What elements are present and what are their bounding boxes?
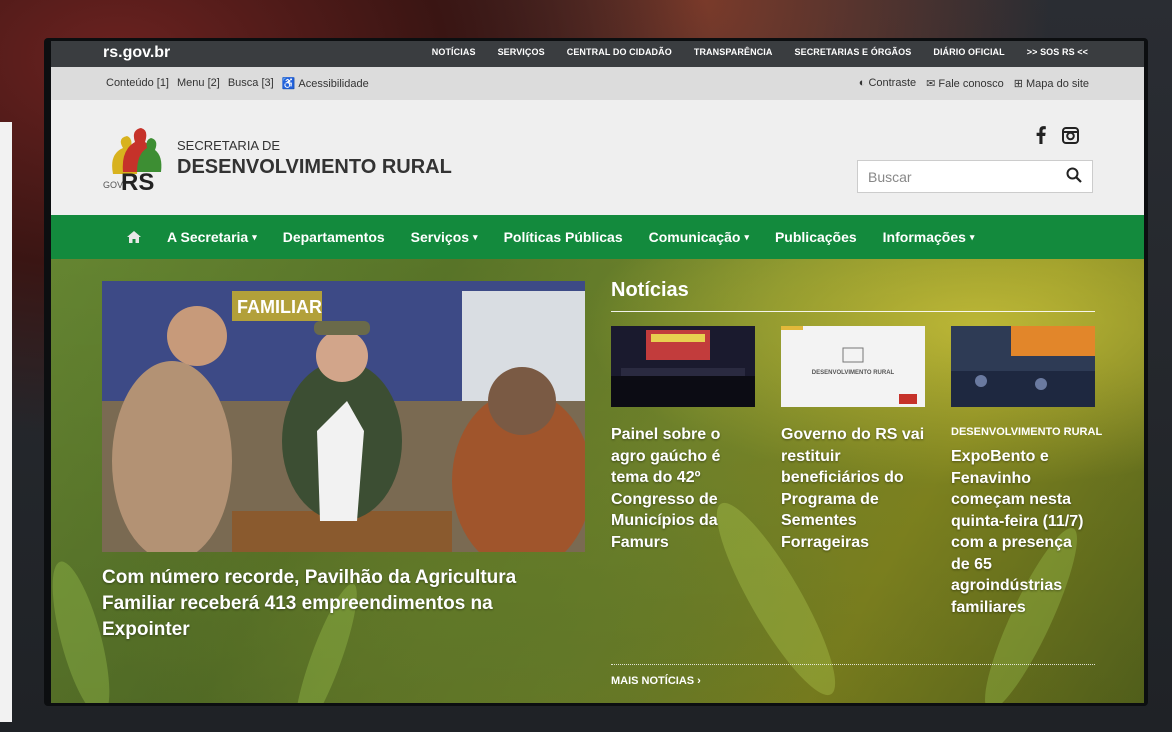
facebook-icon[interactable] bbox=[1036, 126, 1046, 144]
skip-to-search-link[interactable]: Busca [3] bbox=[228, 77, 274, 90]
more-news-divider bbox=[611, 664, 1095, 665]
sitemap-icon: ⊞ bbox=[1013, 78, 1024, 90]
search-box bbox=[857, 160, 1093, 193]
search-icon[interactable] bbox=[1066, 167, 1082, 183]
background-panel bbox=[0, 122, 12, 722]
hero-section: FAMILIAR Com número recorde, Pavilhão da… bbox=[51, 259, 1144, 703]
nav-a-secretaria-label: A Secretaria bbox=[167, 229, 249, 245]
nav-comunicacao-label: Comunicação bbox=[648, 229, 741, 245]
instagram-icon[interactable] bbox=[1062, 126, 1079, 144]
site-header: GOV RS SECRETARIA DE DESENVOLVIMENTO RUR… bbox=[51, 100, 1144, 215]
logo-gov-text: GOV bbox=[103, 180, 123, 190]
chevron-down-icon: ▾ bbox=[969, 232, 975, 242]
govnav-diario-oficial[interactable]: DIÁRIO OFICIAL bbox=[933, 47, 1004, 57]
secretaria-name[interactable]: DESENVOLVIMENTO RURAL bbox=[177, 156, 452, 179]
conference-photo bbox=[611, 326, 755, 407]
nav-informacoes[interactable]: Informações ▾ bbox=[883, 229, 975, 245]
contrast-label: Contraste bbox=[868, 77, 917, 89]
news-divider bbox=[611, 311, 1095, 312]
skip-to-menu-link[interactable]: Menu [2] bbox=[177, 77, 220, 90]
accessibility-bar: Conteúdo [1] Menu [2] Busca [3] ♿ Acessib… bbox=[51, 67, 1144, 100]
nav-servicos[interactable]: Serviços ▾ bbox=[411, 229, 478, 245]
image-sign-text: FAMILIAR bbox=[237, 297, 322, 317]
news-title-3[interactable]: ExpoBento e Fenavinho começam nesta quin… bbox=[951, 446, 1086, 618]
chevron-down-icon: ▾ bbox=[744, 232, 749, 242]
gov-topbar: rs.gov.br NOTÍCIAS SERVIÇOS CENTRAL DO C… bbox=[51, 41, 1144, 67]
more-news-link[interactable]: MAIS NOTÍCIAS › bbox=[611, 675, 701, 687]
news-category-tag[interactable]: DESENVOLVIMENTO RURAL bbox=[951, 426, 1102, 438]
nav-departamentos[interactable]: Departamentos bbox=[283, 229, 385, 245]
secretaria-label: SECRETARIA DE bbox=[177, 138, 281, 153]
logo-rs-text: RS bbox=[121, 169, 154, 192]
thumb-caption-text: DESENVOLVIMENTO RURAL bbox=[812, 370, 895, 376]
accessibility-label: Acessibilidade bbox=[298, 78, 369, 90]
gov-topnav: NOTÍCIAS SERVIÇOS CENTRAL DO CIDADÃO TRA… bbox=[432, 47, 1088, 57]
gov-brand-link[interactable]: rs.gov.br bbox=[103, 44, 170, 62]
nav-servicos-label: Serviços bbox=[410, 229, 470, 245]
nav-informacoes-label: Informações bbox=[882, 229, 966, 245]
news-title-2[interactable]: Governo do RS vai restituir beneficiário… bbox=[781, 424, 931, 553]
nav-publicacoes[interactable]: Publicações bbox=[775, 229, 857, 245]
news-section-title: Notícias bbox=[611, 279, 689, 301]
nav-a-secretaria[interactable]: A Secretaria ▾ bbox=[167, 229, 257, 245]
nav-politicas-publicas[interactable]: Políticas Públicas bbox=[504, 229, 623, 245]
contact-label: Fale conosco bbox=[938, 78, 1004, 90]
news-thumb-1[interactable] bbox=[611, 326, 755, 407]
home-icon[interactable] bbox=[127, 231, 141, 243]
govnav-servicos[interactable]: SERVIÇOS bbox=[498, 47, 545, 57]
envelope-icon: ✉ bbox=[926, 78, 936, 90]
main-nav: A Secretaria ▾ Departamentos Serviços ▾ Po… bbox=[51, 215, 1144, 259]
govnav-sos-rs[interactable]: >> SOS RS << bbox=[1027, 47, 1088, 57]
news-thumb-3[interactable] bbox=[951, 326, 1095, 407]
news-title-1[interactable]: Painel sobre o agro gaúcho é tema do 42º… bbox=[611, 424, 751, 553]
contrast-toggle[interactable]: ◐ Contraste bbox=[859, 77, 916, 90]
social-links bbox=[1036, 126, 1079, 144]
govnav-noticias[interactable]: NOTÍCIAS bbox=[432, 47, 476, 57]
chevron-down-icon: ▾ bbox=[473, 232, 478, 242]
accessibility-link[interactable]: ♿ Acessibilidade bbox=[282, 77, 369, 90]
govnav-secretarias[interactable]: SECRETARIAS E ÓRGÃOS bbox=[795, 47, 912, 57]
featured-headline[interactable]: Com número recorde, Pavilhão da Agricult… bbox=[102, 565, 572, 643]
search-input[interactable] bbox=[866, 161, 1060, 193]
sitemap-link[interactable]: ⊞ Mapa do site bbox=[1014, 77, 1089, 90]
skip-to-content-link[interactable]: Conteúdo [1] bbox=[106, 77, 169, 90]
featured-news-image[interactable]: FAMILIAR bbox=[102, 281, 585, 552]
sitemap-label: Mapa do site bbox=[1026, 78, 1089, 90]
gov-rs-logo[interactable]: GOV RS bbox=[103, 124, 171, 192]
chevron-down-icon: ▾ bbox=[252, 232, 257, 242]
govnav-transparencia[interactable]: TRANSPARÊNCIA bbox=[694, 47, 773, 57]
secretaria-card-image: DESENVOLVIMENTO RURAL bbox=[781, 326, 925, 407]
expo-photo bbox=[951, 326, 1095, 407]
contrast-icon: ◐ bbox=[858, 77, 866, 89]
nav-comunicacao[interactable]: Comunicação ▾ bbox=[649, 229, 749, 245]
market-photo-illustration: FAMILIAR bbox=[102, 281, 585, 552]
news-thumb-2[interactable]: DESENVOLVIMENTO RURAL bbox=[781, 326, 925, 407]
contact-link[interactable]: ✉ Fale conosco bbox=[926, 77, 1004, 90]
govnav-central-cidadao[interactable]: CENTRAL DO CIDADÃO bbox=[567, 47, 672, 57]
accessibility-icon: ♿ bbox=[281, 78, 296, 90]
browser-viewport: rs.gov.br NOTÍCIAS SERVIÇOS CENTRAL DO C… bbox=[51, 41, 1144, 703]
